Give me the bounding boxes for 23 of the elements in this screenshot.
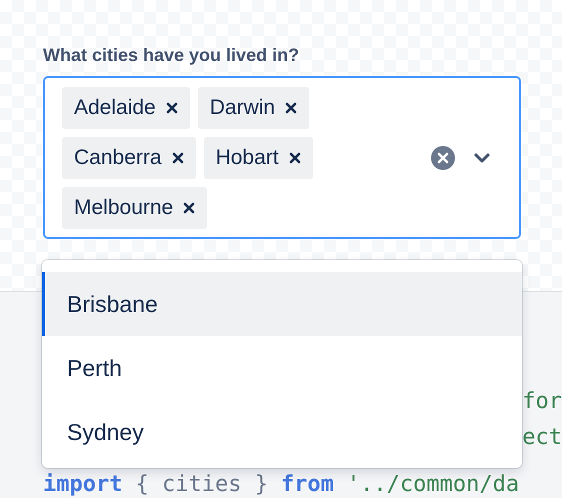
close-icon[interactable]: [172, 152, 184, 164]
close-icon[interactable]: [285, 102, 298, 114]
menu-option[interactable]: Sydney: [42, 400, 522, 464]
field-label: What cities have you lived in?: [43, 44, 300, 67]
selected-tag: Hobart: [204, 136, 313, 178]
code-token: from: [280, 474, 334, 496]
code-token: import: [43, 474, 122, 496]
selected-tag: Darwin: [198, 86, 310, 128]
close-icon[interactable]: [166, 102, 178, 114]
chevron-down-button[interactable]: [473, 152, 491, 164]
close-icon[interactable]: [288, 152, 301, 164]
selected-tag: Melbourne: [62, 186, 208, 228]
menu-option[interactable]: Perth: [42, 336, 522, 400]
multi-select-field[interactable]: Adelaide Darwin Canberra Hobart Melbourne: [43, 76, 521, 239]
code-token: ect: [522, 424, 562, 452]
selected-tag: Canberra: [62, 136, 196, 178]
close-icon[interactable]: [183, 202, 196, 214]
menu-option[interactable]: Brisbane: [42, 272, 522, 336]
clear-button[interactable]: [431, 146, 455, 170]
code-token: for: [522, 388, 562, 416]
code-token: '../common/da: [346, 474, 520, 496]
code-token: { cities }: [135, 474, 268, 496]
selected-tag: Adelaide: [62, 86, 190, 128]
